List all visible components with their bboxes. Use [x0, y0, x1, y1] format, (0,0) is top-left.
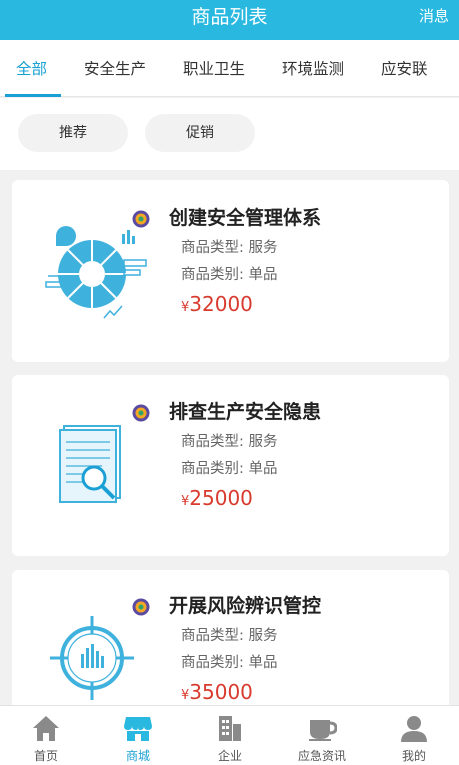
product-price: ¥25000: [181, 486, 253, 510]
product-category: 商品类别: 单品: [181, 655, 278, 671]
category-tabs: 全部 安全生产 职业卫生 环境监测 应安联: [0, 40, 459, 97]
nav-label: 商城: [125, 749, 150, 763]
product-type: 商品类型: 服务: [181, 628, 278, 644]
nav-profile[interactable]: 我的: [368, 706, 459, 765]
cup-icon: [309, 720, 337, 741]
nav-label: 应急资讯: [297, 749, 346, 763]
pie-chart-infographic-icon: [45, 226, 147, 319]
active-tab-indicator: [5, 94, 61, 97]
filter-bar: 推荐 促销: [0, 98, 459, 170]
vendor-badge-icon: [132, 598, 150, 616]
nav-enterprise[interactable]: 企业: [184, 706, 276, 765]
product-category: 商品类别: 单品: [181, 461, 278, 477]
product-title: 开展风险辨识管控: [169, 595, 322, 617]
nav-home[interactable]: 首页: [0, 706, 92, 765]
product-type: 商品类型: 服务: [181, 240, 278, 256]
filter-recommended[interactable]: 推荐: [18, 114, 128, 152]
crosshair-bar-chart-icon: [50, 616, 134, 700]
nav-emergency-news[interactable]: 应急资讯: [276, 706, 368, 765]
home-icon: [33, 716, 59, 741]
tab-safety-production[interactable]: 安全生产: [84, 57, 146, 79]
product-category: 商品类别: 单品: [181, 267, 278, 283]
tab-occupational-health[interactable]: 职业卫生: [183, 57, 245, 79]
product-type: 商品类型: 服务: [181, 434, 278, 450]
nav-label: 我的: [401, 749, 426, 763]
nav-store[interactable]: 商城: [92, 706, 184, 765]
page-title: 商品列表: [191, 6, 268, 28]
product-price: ¥35000: [181, 680, 253, 704]
nav-label: 首页: [33, 749, 58, 763]
vendor-badge-icon: [132, 210, 150, 228]
building-icon: [219, 716, 241, 741]
price-value: 35000: [189, 680, 253, 704]
product-title: 排查生产安全隐患: [169, 401, 322, 423]
tab-yinganlian[interactable]: 应安联: [381, 57, 428, 79]
tab-all[interactable]: 全部: [16, 57, 47, 79]
filter-promotion[interactable]: 促销: [145, 114, 255, 152]
top-bar: 商品列表 消息: [0, 0, 459, 40]
price-value: 32000: [189, 292, 253, 316]
document-magnifier-icon: [59, 425, 121, 503]
product-card[interactable]: 创建安全管理体系 商品类型: 服务 商品类别: 单品 ¥32000: [12, 180, 449, 362]
vendor-badge-icon: [132, 404, 150, 422]
bottom-navigation: 首页 商城 企业 应急资讯 我的: [0, 705, 459, 765]
user-icon: [401, 716, 427, 742]
tab-environmental-monitoring[interactable]: 环境监测: [282, 57, 344, 79]
nav-label: 企业: [217, 749, 242, 763]
product-card[interactable]: 排查生产安全隐患 商品类型: 服务 商品类别: 单品 ¥25000: [12, 375, 449, 556]
product-price: ¥32000: [181, 292, 253, 316]
messages-button[interactable]: 消息: [419, 5, 449, 26]
price-value: 25000: [189, 486, 253, 510]
store-icon: [124, 717, 152, 741]
product-title: 创建安全管理体系: [169, 207, 322, 229]
product-card[interactable]: 开展风险辨识管控 商品类型: 服务 商品类别: 单品 ¥35000: [12, 570, 449, 710]
